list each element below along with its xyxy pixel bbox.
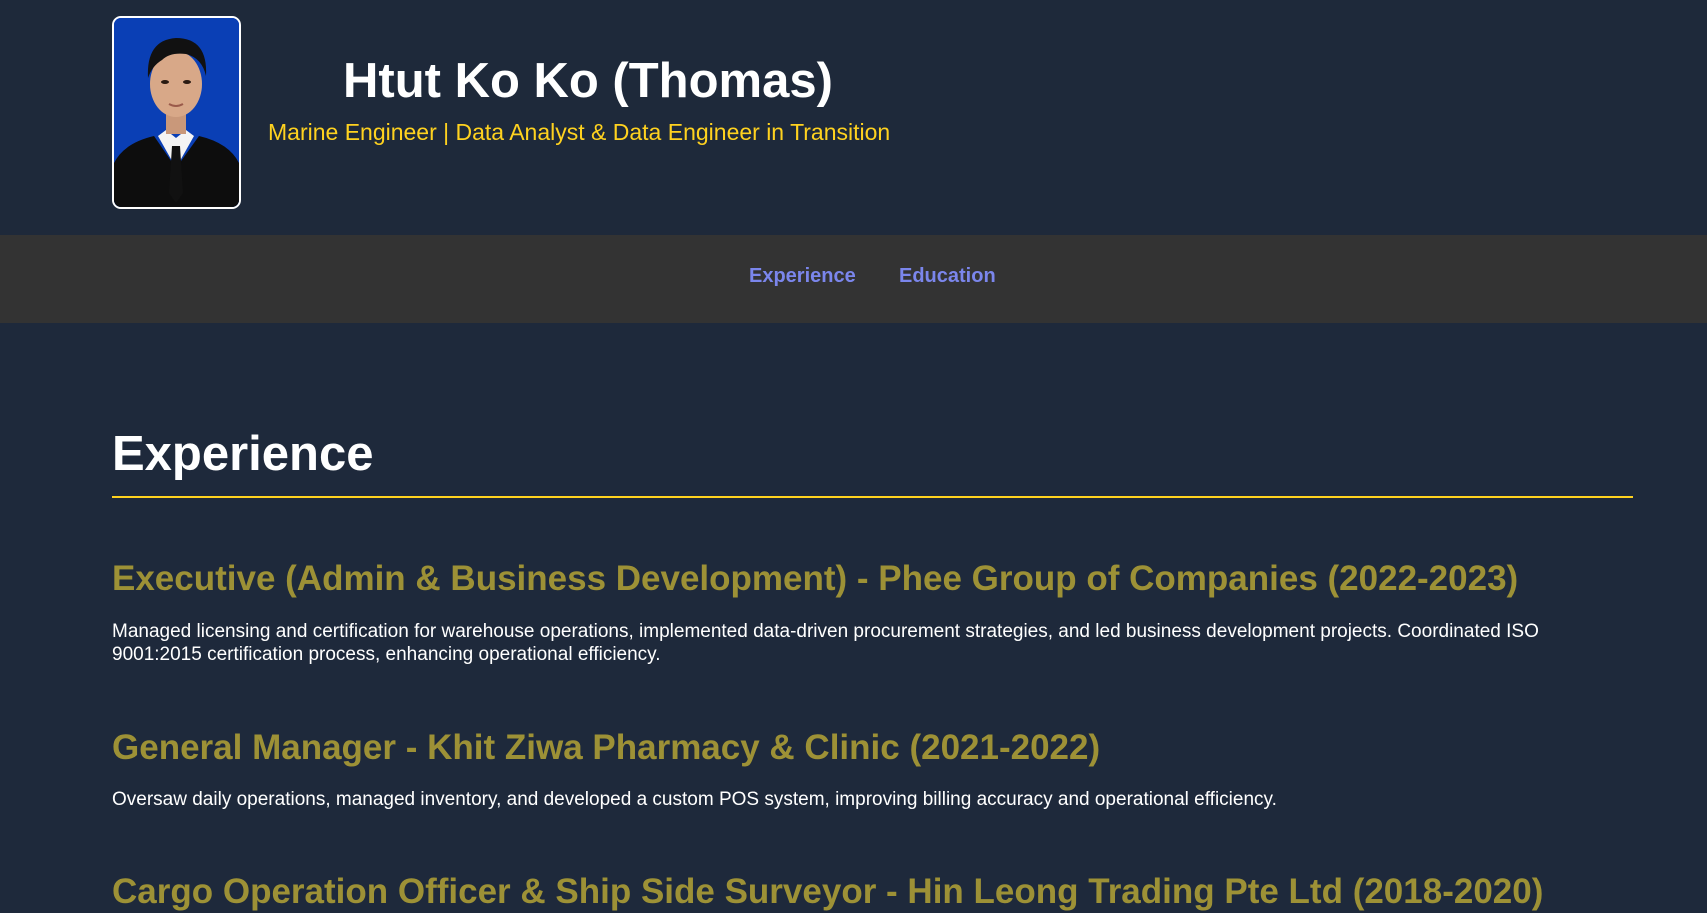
job-title: General Manager - Khit Ziwa Pharmacy & C… [112, 728, 1101, 767]
nav-link-education[interactable]: Education [899, 265, 996, 288]
profile-photo-image [114, 18, 239, 207]
site-header: Htut Ko Ko (Thomas) Marine Engineer | Da… [0, 0, 1707, 235]
section-heading-experience: Experience [112, 427, 374, 481]
profile-name: Htut Ko Ko (Thomas) [343, 54, 833, 108]
job-title: Executive (Admin & Business Development)… [112, 559, 1519, 598]
job-title: Cargo Operation Officer & Ship Side Surv… [112, 872, 1544, 911]
profile-tagline: Marine Engineer | Data Analyst & Data En… [268, 119, 891, 145]
job-description: Oversaw daily operations, managed invent… [112, 789, 1277, 810]
nav-link-experience[interactable]: Experience [749, 265, 856, 288]
section-divider [112, 496, 1633, 498]
profile-photo [112, 16, 241, 209]
main-nav: Experience Education [0, 235, 1707, 323]
job-description: Managed licensing and certification for … [112, 621, 1539, 665]
